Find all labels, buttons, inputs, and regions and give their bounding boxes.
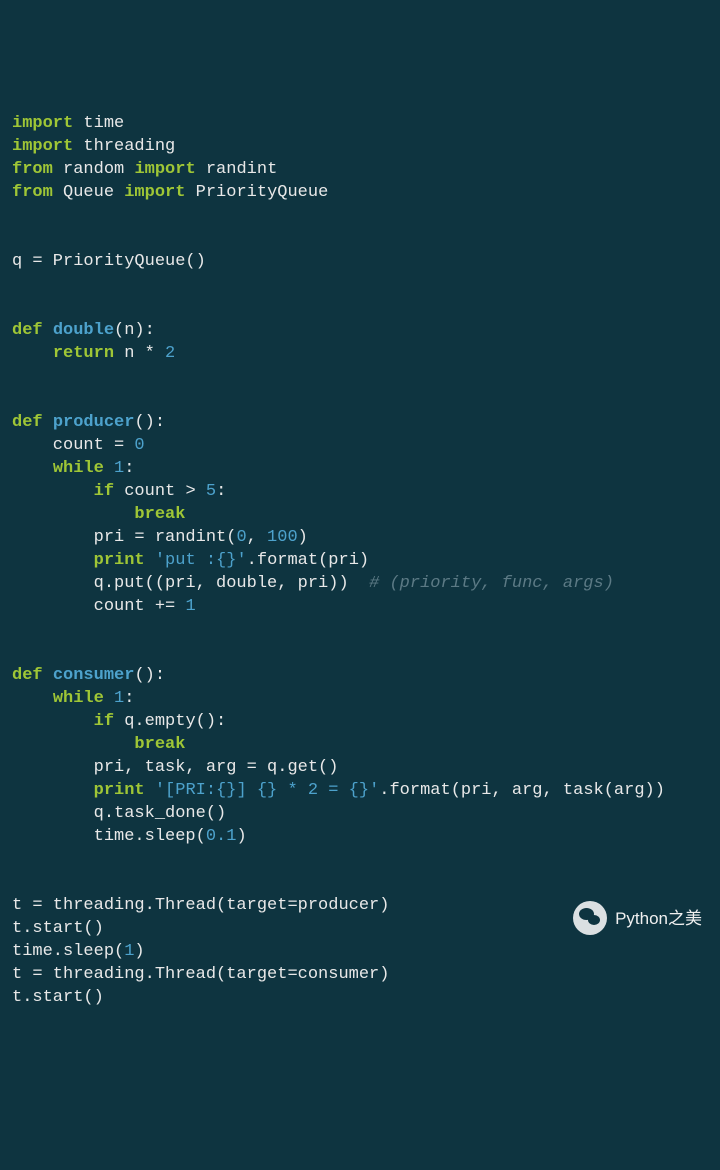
keyword: break [134, 505, 185, 524]
keyword: from [12, 183, 53, 202]
code-text: time.sleep( [12, 942, 124, 961]
keyword: if [94, 712, 114, 731]
number: 0 [134, 436, 144, 455]
code-text: t = threading.Thread(target=consumer) [12, 965, 389, 984]
code-text: ) [236, 827, 246, 846]
keyword: def [12, 666, 43, 685]
code-text: .format(pri, arg, task(arg)) [379, 781, 665, 800]
code-text: time [73, 114, 124, 133]
keyword: import [124, 183, 185, 202]
code-text: q.put((pri, double, pri)) [12, 574, 369, 593]
number: 1 [114, 689, 124, 708]
code-text: random [53, 160, 135, 179]
code-text: threading [73, 137, 175, 156]
number: 0.1 [206, 827, 237, 846]
code-text: q.empty(): [114, 712, 226, 731]
code-text: time.sleep( [12, 827, 206, 846]
keyword: if [94, 482, 114, 501]
code-text: : [124, 689, 134, 708]
function-name: consumer [53, 666, 135, 685]
code-text: count > [114, 482, 206, 501]
comment: # (priority, func, args) [369, 574, 614, 593]
number: 0 [236, 528, 246, 547]
code-block: import time import threading from random… [12, 112, 708, 1009]
code-text: q.task_done() [12, 804, 226, 823]
code-text: pri, task, arg = q.get() [12, 758, 338, 777]
keyword: return [53, 344, 114, 363]
code-text: pri = randint( [12, 528, 236, 547]
code-text: t.start() [12, 988, 104, 1007]
string: '[PRI:{}] {} * 2 = {}' [155, 781, 379, 800]
string: 'put :{}' [155, 551, 247, 570]
code-text [145, 551, 155, 570]
keyword: print [94, 781, 145, 800]
code-text: (): [134, 413, 165, 432]
number: 5 [206, 482, 216, 501]
function-name: producer [53, 413, 135, 432]
code-text: (): [134, 666, 165, 685]
number: 1 [114, 459, 124, 478]
code-text: randint [196, 160, 278, 179]
code-text: .format(pri) [247, 551, 369, 570]
code-text: ) [134, 942, 144, 961]
code-text [12, 482, 94, 501]
code-text [43, 321, 53, 340]
keyword: import [134, 160, 195, 179]
keyword: print [94, 551, 145, 570]
code-text [12, 344, 53, 363]
code-text [43, 413, 53, 432]
code-text [104, 689, 114, 708]
code-text: : [216, 482, 226, 501]
keyword: from [12, 160, 53, 179]
code-text [12, 551, 94, 570]
code-text: t = threading.Thread(target=producer) [12, 896, 389, 915]
code-text [43, 666, 53, 685]
code-text [12, 712, 94, 731]
code-text [104, 459, 114, 478]
code-text: (n): [114, 321, 155, 340]
brand-text: Python之美 [615, 907, 702, 930]
number: 2 [165, 344, 175, 363]
code-text: Queue [53, 183, 124, 202]
keyword: import [12, 137, 73, 156]
code-text [12, 735, 134, 754]
code-text [145, 781, 155, 800]
code-text [12, 689, 53, 708]
keyword: break [134, 735, 185, 754]
code-text: , [247, 528, 267, 547]
number: 1 [185, 597, 195, 616]
code-text: count = [12, 436, 134, 455]
function-name: double [53, 321, 114, 340]
code-text: ) [298, 528, 308, 547]
keyword: while [53, 689, 104, 708]
keyword: def [12, 413, 43, 432]
code-text [12, 505, 134, 524]
code-text: PriorityQueue [185, 183, 328, 202]
code-text: n * [114, 344, 165, 363]
code-text: count += [12, 597, 185, 616]
keyword: while [53, 459, 104, 478]
number: 100 [267, 528, 298, 547]
keyword: def [12, 321, 43, 340]
branding-watermark: Python之美 [573, 901, 702, 935]
number: 1 [124, 942, 134, 961]
code-text: : [124, 459, 134, 478]
code-text [12, 781, 94, 800]
wechat-icon [573, 901, 607, 935]
code-text [12, 459, 53, 478]
code-text: t.start() [12, 919, 104, 938]
keyword: import [12, 114, 73, 133]
code-text: q = PriorityQueue() [12, 252, 206, 271]
